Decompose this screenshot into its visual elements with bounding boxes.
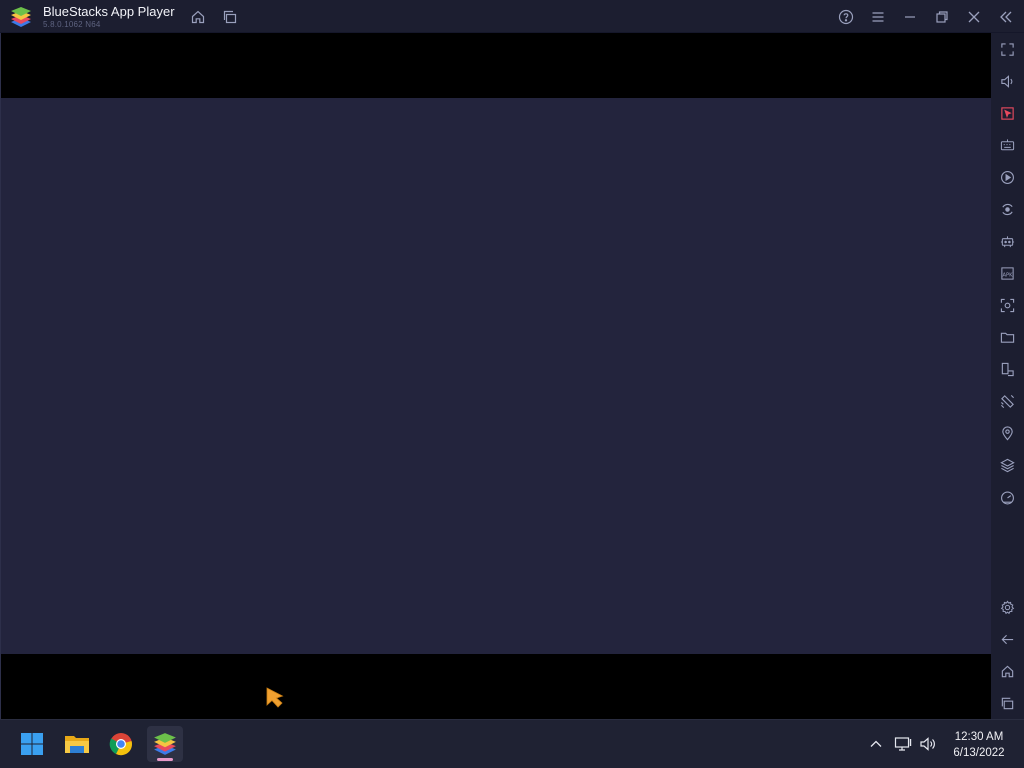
eco-mode-button[interactable] xyxy=(999,489,1016,506)
bluestacks-logo-icon xyxy=(11,7,31,27)
media-folder-button[interactable] xyxy=(999,329,1016,346)
screen: BlueStacks App Player 5.8.0.1062 N64 APK… xyxy=(0,0,1024,768)
rotate-icon xyxy=(1001,362,1014,377)
volume-button[interactable] xyxy=(999,73,1016,90)
close-icon xyxy=(968,11,980,23)
show-hidden-icons-button[interactable] xyxy=(866,734,886,754)
back-button[interactable] xyxy=(999,631,1016,648)
clock-time: 12:30 AM xyxy=(954,731,1004,743)
shake-icon xyxy=(1001,395,1014,408)
back-icon xyxy=(1001,634,1014,645)
screenshot-button[interactable] xyxy=(999,297,1016,314)
pointer-lock-icon xyxy=(1001,107,1014,120)
close-button[interactable] xyxy=(963,6,985,28)
game-controls-icon xyxy=(1000,236,1015,248)
letterbox-top xyxy=(1,33,992,98)
collapse-sidebar-button[interactable] xyxy=(995,6,1017,28)
screenshot-icon xyxy=(1000,298,1015,313)
location-icon xyxy=(1002,426,1013,441)
chrome-button[interactable] xyxy=(103,726,139,762)
help-button[interactable] xyxy=(835,6,857,28)
fullscreen-button[interactable] xyxy=(999,41,1016,58)
keyboard-controls-icon xyxy=(1000,139,1015,151)
android-home-button[interactable] xyxy=(999,663,1016,680)
multi-instance-icon xyxy=(223,10,237,24)
rotate-button[interactable] xyxy=(999,361,1016,378)
network-icon xyxy=(894,737,912,751)
file-explorer-icon xyxy=(65,736,89,753)
home-button[interactable] xyxy=(187,6,209,28)
speaker-icon xyxy=(920,737,935,751)
install-apk-icon: APK xyxy=(1001,267,1014,280)
double-chevron-left-icon xyxy=(1000,11,1012,23)
system-clock[interactable]: 12:30 AM 6/13/2022 xyxy=(942,729,1016,761)
minimize-button[interactable] xyxy=(899,6,921,28)
layers-button[interactable] xyxy=(999,457,1016,474)
bluestacks-icon xyxy=(154,733,176,755)
windows-start-icon xyxy=(21,733,43,755)
settings-icon xyxy=(1000,600,1015,615)
recent-apps-icon xyxy=(1001,697,1014,710)
macro-recorder-button[interactable] xyxy=(999,169,1016,186)
help-icon xyxy=(838,9,854,25)
chrome-icon xyxy=(109,733,132,756)
eco-mode-icon xyxy=(1001,491,1014,505)
sidebar-toolbar: APK xyxy=(991,33,1024,719)
fullscreen-icon xyxy=(1001,43,1014,56)
location-button[interactable] xyxy=(999,425,1016,442)
layers-icon xyxy=(1000,458,1015,473)
menu-button[interactable] xyxy=(867,6,889,28)
clock-date: 6/13/2022 xyxy=(953,747,1005,759)
window-title: BlueStacks App Player xyxy=(43,4,175,19)
pointer-lock-button[interactable] xyxy=(999,105,1016,122)
media-folder-icon xyxy=(1000,332,1015,343)
android-home-icon xyxy=(1001,665,1014,678)
install-apk-button[interactable]: APK xyxy=(999,265,1016,282)
minimize-icon xyxy=(905,16,915,18)
active-app-indicator xyxy=(157,758,173,761)
restore-button[interactable] xyxy=(931,6,953,28)
sync-instance-button[interactable] xyxy=(999,201,1016,218)
show-hidden-icons-icon xyxy=(870,740,882,747)
home-icon xyxy=(191,10,205,24)
shake-button[interactable] xyxy=(999,393,1016,410)
network-button[interactable] xyxy=(893,734,913,754)
windows-taskbar: 12:30 AM 6/13/2022 xyxy=(0,719,1024,768)
app-version: 5.8.0.1062 N64 xyxy=(43,20,101,29)
bluestacks-taskbar-button[interactable] xyxy=(147,726,183,762)
letterbox-bottom xyxy=(1,654,992,719)
svg-text:APK: APK xyxy=(1003,272,1014,278)
settings-button[interactable] xyxy=(999,599,1016,616)
menu-icon xyxy=(872,12,884,22)
keyboard-controls-button[interactable] xyxy=(999,137,1016,154)
android-display[interactable] xyxy=(0,33,992,719)
file-explorer-button[interactable] xyxy=(59,726,95,762)
recent-apps-button[interactable] xyxy=(999,695,1016,712)
title-bar: BlueStacks App Player 5.8.0.1062 N64 xyxy=(0,0,1024,33)
volume-icon xyxy=(1001,75,1013,88)
multi-instance-button[interactable] xyxy=(219,6,241,28)
macro-recorder-icon xyxy=(1001,171,1014,184)
restore-icon xyxy=(936,11,948,23)
sync-instance-icon xyxy=(1002,203,1013,216)
start-button[interactable] xyxy=(14,726,50,762)
game-controls-button[interactable] xyxy=(999,233,1016,250)
mouse-cursor-icon xyxy=(266,687,284,708)
speaker-button[interactable] xyxy=(918,734,938,754)
